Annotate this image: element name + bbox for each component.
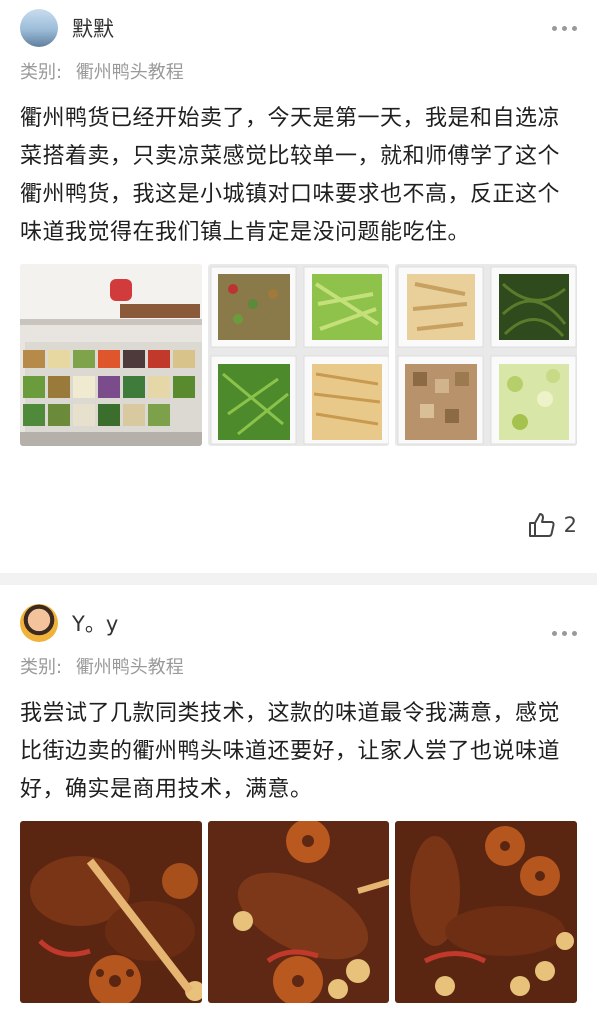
like-count: 2 (563, 513, 577, 537)
post-content: 我尝试了几款同类技术，这款的味道最令我满意，感觉比街边卖的衢州鸭头味道还要好，让… (20, 701, 561, 802)
like-button[interactable]: 2 (528, 512, 577, 538)
post-header: 默默 (20, 0, 577, 56)
category: 类别: 衢州鸭头教程 (20, 58, 577, 88)
category-label: 类别: (20, 62, 63, 83)
vegetable-tubs-photo-1[interactable] (207, 264, 390, 446)
category-label: 类别: (20, 657, 63, 678)
post-card: 默默 类别: 衢州鸭头教程 衢州鸭货已经开始卖了，今天是第一天，我是和自选凉菜搭… (0, 0, 597, 573)
braised-duck-head-photo-1[interactable] (20, 821, 202, 1003)
divider (0, 573, 597, 585)
vegetable-tubs-photo-2[interactable] (395, 264, 578, 446)
username[interactable]: Y。y (72, 608, 118, 638)
username[interactable]: 默默 (72, 13, 114, 43)
post-header: Y。y (20, 595, 577, 651)
category-value[interactable]: 衢州鸭头教程 (76, 657, 184, 678)
cold-dish-counter-photo[interactable] (20, 264, 202, 446)
braised-duck-head-photo-2[interactable] (207, 821, 390, 1003)
post-content: 衢州鸭货已经开始卖了，今天是第一天，我是和自选凉菜搭着卖，只卖凉菜感觉比较单一，… (20, 106, 561, 245)
category-value[interactable]: 衢州鸭头教程 (76, 62, 184, 83)
more-dots-icon[interactable] (552, 26, 577, 31)
avatar[interactable] (20, 9, 58, 47)
image-grid (20, 821, 578, 1003)
image-grid (20, 264, 578, 446)
avatar[interactable] (20, 604, 58, 642)
braised-duck-head-photo-3[interactable] (395, 821, 578, 1003)
more-dots-icon[interactable] (552, 631, 577, 636)
thumbs-up-icon (528, 512, 556, 538)
category: 类别: 衢州鸭头教程 (20, 653, 577, 683)
post-card: Y。y 类别: 衢州鸭头教程 我尝试了几款同类技术，这款的味道最令我满意，感觉比… (0, 595, 597, 1034)
